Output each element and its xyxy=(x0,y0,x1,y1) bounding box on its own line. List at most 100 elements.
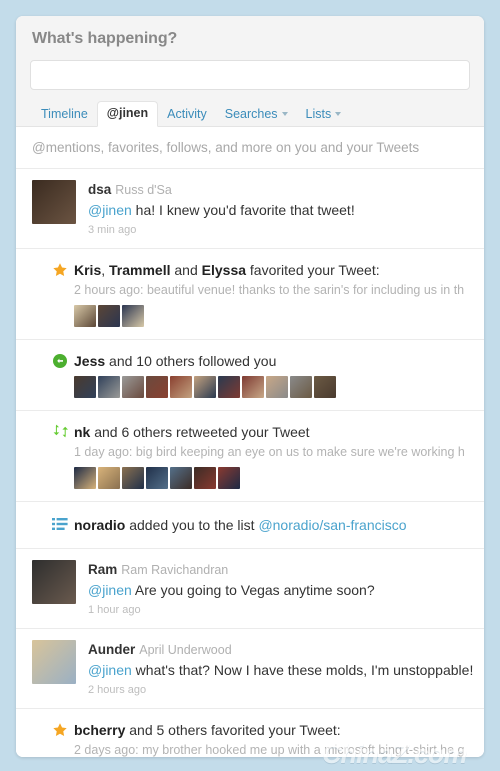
screen-name[interactable]: Ram xyxy=(88,562,117,577)
avatar[interactable] xyxy=(32,180,76,224)
tab-activity[interactable]: Activity xyxy=(158,102,216,127)
tweet-body: Ram Ram Ravichandran @jinen Are you going … xyxy=(88,560,375,617)
tweet-row[interactable]: Ram Ram Ravichandran @jinen Are you going … xyxy=(16,549,484,629)
page-title: What's happening? xyxy=(32,30,178,47)
avatar[interactable] xyxy=(218,376,240,398)
activity-text: and 6 others retweeted your Tweet xyxy=(90,424,310,440)
avatar[interactable] xyxy=(74,467,96,489)
screen-name[interactable]: dsa xyxy=(88,182,111,197)
actor-name[interactable]: Kris xyxy=(74,262,101,278)
full-name: April Underwood xyxy=(139,643,232,657)
avatar[interactable] xyxy=(98,467,120,489)
tweet-text: @jinen ha! I knew you'd favorite that tw… xyxy=(88,201,355,220)
avatar[interactable] xyxy=(218,467,240,489)
full-name: Ram Ravichandran xyxy=(121,563,229,577)
activity-text: and xyxy=(170,262,202,278)
actor-name[interactable]: Trammell xyxy=(109,262,170,278)
avatar[interactable] xyxy=(194,467,216,489)
tweet-body: dsa Russ d'Sa @jinen ha! I knew you'd favo… xyxy=(88,180,355,237)
activity-headline: nk and 6 others retweeted your Tweet xyxy=(74,423,470,441)
tab-lists[interactable]: Lists xyxy=(297,102,351,127)
tweet-text: @jinen what's that? Now I have these mol… xyxy=(88,661,473,680)
tweet-body: Aunder April Underwood @jinen what's that?… xyxy=(88,640,473,697)
activity-headline: Jess and 10 others followed you xyxy=(74,352,470,370)
avatar[interactable] xyxy=(74,376,96,398)
avatar[interactable] xyxy=(122,376,144,398)
compose-input[interactable] xyxy=(30,60,470,90)
activity-preview-text: 1 day ago: big bird keeping an eye on us… xyxy=(74,445,464,459)
avatar-strip xyxy=(74,376,470,398)
tweet-author: Ram Ram Ravichandran xyxy=(88,561,375,579)
tab-label: Activity xyxy=(167,107,207,121)
avatar[interactable] xyxy=(266,376,288,398)
activity-card: What's happening? Timeline @jinen Activity… xyxy=(16,16,484,757)
activity-text: favorited your Tweet: xyxy=(246,262,380,278)
avatar[interactable] xyxy=(146,376,168,398)
compose-header: What's happening? Timeline @jinen Activity… xyxy=(16,16,484,127)
tab-jinen[interactable]: @jinen xyxy=(96,101,159,127)
actor-name[interactable]: bcherry xyxy=(74,722,125,738)
avatar[interactable] xyxy=(98,305,120,327)
activity-feed: dsa Russ d'Sa @jinen ha! I knew you'd favo… xyxy=(16,169,484,757)
tab-label: Timeline xyxy=(41,107,88,121)
avatar[interactable] xyxy=(170,376,192,398)
tab-label: Searches xyxy=(224,107,278,121)
screen-name[interactable]: Aunder xyxy=(88,642,135,657)
tweet-text: @jinen Are you going to Vegas anytime so… xyxy=(88,581,375,600)
follow-icon xyxy=(52,353,68,369)
avatar[interactable] xyxy=(32,560,76,604)
star-icon xyxy=(52,262,68,278)
avatar[interactable] xyxy=(122,305,144,327)
tweet-row[interactable]: dsa Russ d'Sa @jinen ha! I knew you'd favo… xyxy=(16,169,484,249)
avatar[interactable] xyxy=(314,376,336,398)
list-added-row[interactable]: noradio added you to the list @noradio/s… xyxy=(16,502,484,549)
activity-text: added you to the list xyxy=(125,517,259,533)
avatar[interactable] xyxy=(290,376,312,398)
avatar[interactable] xyxy=(170,467,192,489)
list-link[interactable]: @noradio/san-francisco xyxy=(258,517,406,533)
tweet-body-text: what's that? Now I have these molds, I'm… xyxy=(131,662,474,678)
tab-timeline[interactable]: Timeline xyxy=(32,102,97,127)
mention-link[interactable]: @jinen xyxy=(88,202,132,218)
avatar-strip xyxy=(74,305,470,327)
avatar[interactable] xyxy=(98,376,120,398)
tab-label: @jinen xyxy=(106,106,149,120)
star-icon xyxy=(52,722,68,738)
chevron-down-icon xyxy=(335,111,342,116)
mention-link[interactable]: @jinen xyxy=(88,582,132,598)
tab-bar: Timeline @jinen Activity Searches Lists xyxy=(30,101,470,127)
tweet-row[interactable]: Aunder April Underwood @jinen what's that?… xyxy=(16,629,484,709)
avatar[interactable] xyxy=(242,376,264,398)
actor-name[interactable]: noradio xyxy=(74,517,125,533)
activity-row[interactable]: nk and 6 others retweeted your Tweet 1 da… xyxy=(16,411,484,502)
avatar[interactable] xyxy=(146,467,168,489)
avatar[interactable] xyxy=(74,305,96,327)
tweet-body-text: ha! I knew you'd favorite that tweet! xyxy=(131,202,355,218)
timestamp: 2 hours ago xyxy=(88,684,147,696)
avatar[interactable] xyxy=(32,640,76,684)
timestamp: 1 hour ago xyxy=(88,604,141,616)
activity-row[interactable]: Kris, Trammell and Elyssa favorited your… xyxy=(16,249,484,340)
actor-name[interactable]: Jess xyxy=(74,353,105,369)
tweet-author: dsa Russ d'Sa xyxy=(88,181,355,199)
section-subtitle: @mentions, favorites, follows, and more … xyxy=(16,127,484,169)
avatar[interactable] xyxy=(194,376,216,398)
tweet-body-text: Are you going to Vegas anytime soon? xyxy=(131,582,375,598)
activity-row[interactable]: bcherry and 5 others favorited your Twee… xyxy=(16,709,484,757)
avatar[interactable] xyxy=(122,467,144,489)
actor-name[interactable]: Elyssa xyxy=(202,262,246,278)
activity-row[interactable]: Jess and 10 others followed you xyxy=(16,340,484,411)
full-name: Russ d'Sa xyxy=(115,183,172,197)
mention-link[interactable]: @jinen xyxy=(88,662,132,678)
activity-text: , xyxy=(101,262,110,278)
retweet-icon xyxy=(52,424,68,440)
activity-headline: bcherry and 5 others favorited your Twee… xyxy=(74,721,470,739)
actor-name[interactable]: nk xyxy=(74,424,90,440)
activity-text: and 5 others favorited your Tweet: xyxy=(125,722,341,738)
activity-preview-text: 2 days ago: my brother hooked me up with… xyxy=(74,743,464,757)
tweet-author: Aunder April Underwood xyxy=(88,641,470,659)
chevron-down-icon xyxy=(281,111,288,116)
tab-searches[interactable]: Searches xyxy=(216,102,297,127)
activity-preview-text: 2 hours ago: beautiful venue! thanks to … xyxy=(74,283,464,297)
activity-text: and 10 others followed you xyxy=(105,353,277,369)
